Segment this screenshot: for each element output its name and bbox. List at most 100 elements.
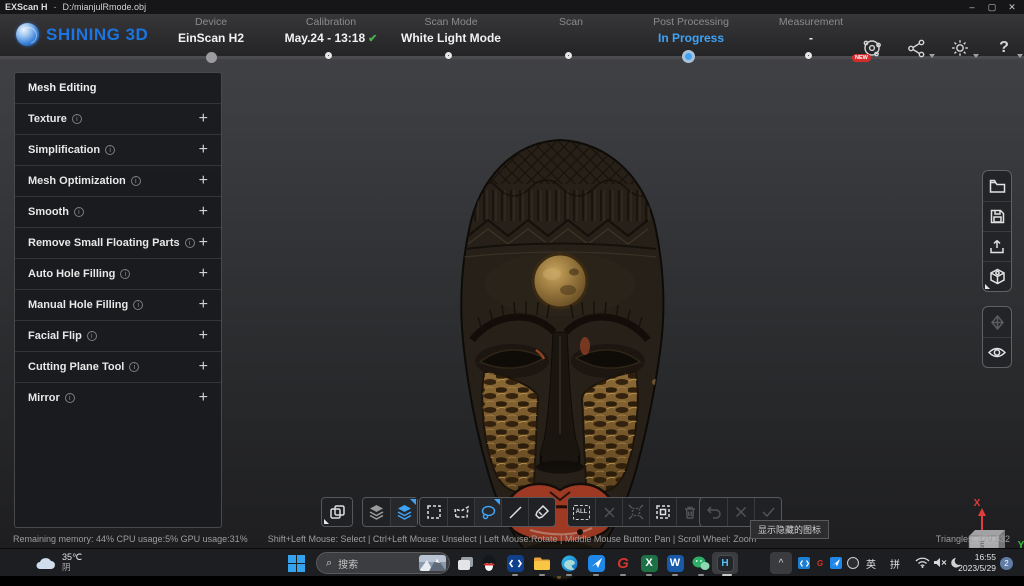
alignment-button[interactable] — [983, 307, 1011, 337]
wifi-icon[interactable] — [915, 557, 930, 568]
expand-plus-icon[interactable]: + — [199, 358, 208, 376]
info-icon[interactable]: i — [87, 331, 97, 341]
undo-button[interactable] — [700, 498, 727, 526]
panel-item-manual-hole-filling[interactable]: Manual Hole Fillingi+ — [15, 289, 221, 320]
mesh-mode-button[interactable] — [363, 498, 390, 526]
taskbar-app-explorer[interactable] — [530, 552, 554, 574]
info-icon[interactable]: i — [129, 362, 139, 372]
shining3d-globe-icon — [16, 23, 39, 46]
teamviewer-icon — [509, 559, 522, 568]
dot-scan-mode[interactable] — [445, 52, 452, 59]
expand-plus-icon[interactable]: + — [199, 389, 208, 407]
rect-select-button[interactable] — [420, 498, 447, 526]
tray-blue-icon[interactable] — [830, 557, 842, 569]
expand-selection-button[interactable] — [622, 498, 649, 526]
expand-plus-icon[interactable]: + — [199, 296, 208, 314]
info-icon[interactable]: i — [72, 114, 82, 124]
dot-scan[interactable] — [565, 52, 572, 59]
minimize-button[interactable]: – — [962, 0, 982, 14]
show-hidden-icons-button[interactable]: ^ — [770, 552, 792, 574]
panel-item-facial-flip[interactable]: Facial Flipi+ — [15, 320, 221, 351]
visibility-button[interactable] — [983, 337, 1011, 367]
taskbar-app-edge[interactable] — [557, 552, 581, 574]
weather-widget[interactable]: 35℃ 阴 — [34, 552, 82, 572]
edge-icon — [561, 555, 578, 572]
invert-selection-button[interactable] — [649, 498, 676, 526]
expand-plus-icon[interactable]: + — [199, 234, 208, 252]
info-icon[interactable]: i — [74, 207, 84, 217]
deselect-all-button[interactable] — [595, 498, 622, 526]
expand-plus-icon[interactable]: + — [199, 110, 208, 128]
header: SHINING 3D Device EinScan H2 Calibration… — [0, 14, 1024, 58]
export-button[interactable] — [983, 231, 1011, 261]
taskbar-clock[interactable]: 16:55 2023/5/29 — [952, 552, 996, 574]
line-select-button[interactable] — [501, 498, 528, 526]
ime-pinyin-indicator[interactable]: 拼 — [890, 556, 900, 571]
start-button[interactable] — [284, 552, 308, 574]
mouse-hints-text: Shift+Left Mouse: Select | Ctrl+Left Mou… — [0, 534, 1024, 544]
panel-item-simplification[interactable]: Simplificationi+ — [15, 134, 221, 165]
info-icon[interactable]: i — [131, 176, 141, 186]
search-highlight-image[interactable] — [419, 555, 446, 571]
share-icon[interactable] — [904, 36, 928, 60]
tray-app-icon[interactable] — [798, 557, 810, 569]
eye-icon — [988, 346, 1006, 359]
expand-plus-icon[interactable]: + — [199, 265, 208, 283]
wireframe-view-button[interactable] — [322, 498, 352, 526]
expand-plus-icon[interactable]: + — [199, 172, 208, 190]
app-title: EXScan H — [5, 2, 48, 12]
taskbar-app-qq[interactable] — [477, 552, 501, 574]
save-button[interactable] — [983, 201, 1011, 231]
notification-badge[interactable]: 2 — [1000, 557, 1013, 570]
panel-item-smooth[interactable]: Smoothi+ — [15, 196, 221, 227]
info-icon[interactable]: i — [65, 393, 75, 403]
taskbar-app-exscan-active[interactable]: H — [712, 552, 738, 574]
new-badge: NEW — [852, 54, 871, 62]
panel-item-mesh-optimization[interactable]: Mesh Optimizationi+ — [15, 165, 221, 196]
maximize-button[interactable]: ▢ — [982, 0, 1002, 14]
lasso-select-button[interactable] — [474, 498, 501, 526]
info-icon[interactable]: i — [185, 238, 195, 248]
status-bar: Remaining memory: 44% CPU usage:5% GPU u… — [0, 528, 1024, 548]
panel-item-cutting-plane-tool[interactable]: Cutting Plane Tooli+ — [15, 351, 221, 382]
dot-device[interactable] — [206, 52, 217, 63]
settings-gear-icon[interactable] — [948, 36, 972, 60]
info-icon[interactable]: i — [105, 145, 115, 155]
task-view-button[interactable] — [453, 552, 477, 574]
g-logo-icon: G — [617, 555, 629, 572]
polygon-select-button[interactable] — [447, 498, 474, 526]
dot-post-processing[interactable] — [682, 50, 695, 63]
speaker-muted-icon[interactable] — [933, 557, 947, 568]
alignment-icon — [989, 314, 1006, 331]
panel-item-texture[interactable]: Texturei+ — [15, 103, 221, 134]
dot-measurement[interactable] — [805, 52, 812, 59]
info-icon[interactable]: i — [120, 269, 130, 279]
taskbar-app-word[interactable]: W — [663, 552, 687, 574]
expand-plus-icon[interactable]: + — [199, 203, 208, 221]
taskbar-search[interactable]: ⌕ 搜索 — [316, 552, 450, 574]
texture-mode-button[interactable] — [390, 498, 417, 526]
taskbar-app-wechat[interactable] — [689, 552, 713, 574]
taskbar-app-red-g[interactable]: G — [611, 552, 635, 574]
community-icon[interactable]: NEW — [860, 36, 884, 60]
open-project-button[interactable] — [983, 171, 1011, 201]
brush-select-button[interactable] — [528, 498, 555, 526]
expand-plus-icon[interactable]: + — [199, 327, 208, 345]
model-view-button[interactable] — [983, 261, 1011, 291]
clock-date: 2023/5/29 — [952, 563, 996, 574]
select-all-button[interactable]: ALL — [568, 498, 595, 526]
panel-item-remove-small-floating-parts[interactable]: Remove Small Floating Partsi+ — [15, 227, 221, 258]
taskbar-app-excel[interactable]: X — [637, 552, 661, 574]
help-icon[interactable]: ? — [992, 36, 1016, 60]
tray-g-icon[interactable]: G — [814, 557, 826, 569]
close-button[interactable]: ✕ — [1002, 0, 1022, 14]
taskbar-app-thunder[interactable] — [584, 552, 608, 574]
taskbar-app-teamviewer[interactable] — [503, 552, 527, 574]
ime-english-indicator[interactable]: 英 — [866, 556, 876, 571]
info-icon[interactable]: i — [133, 300, 143, 310]
panel-item-mirror[interactable]: Mirrori+ — [15, 382, 221, 413]
expand-plus-icon[interactable]: + — [199, 141, 208, 159]
tray-circle-icon[interactable] — [847, 557, 859, 569]
dot-calibration[interactable] — [325, 52, 332, 59]
panel-item-auto-hole-filling[interactable]: Auto Hole Fillingi+ — [15, 258, 221, 289]
